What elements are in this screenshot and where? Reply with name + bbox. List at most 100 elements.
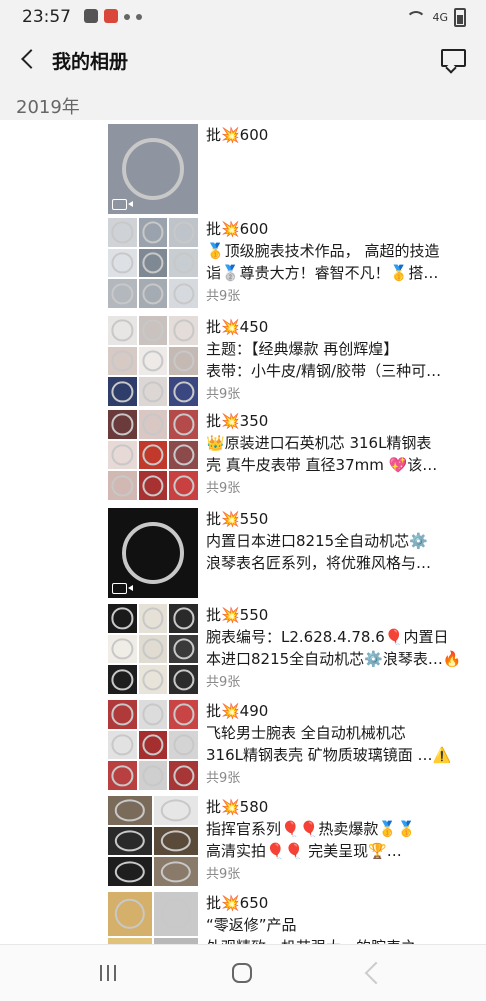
watch-photo[interactable] — [169, 761, 198, 790]
watch-photo[interactable] — [108, 377, 137, 406]
watch-photo[interactable] — [169, 604, 198, 633]
status-time: 23:57 — [22, 7, 71, 27]
watch-photo[interactable] — [108, 248, 137, 278]
watch-photo[interactable] — [169, 410, 198, 439]
watch-dial-shape — [111, 381, 133, 403]
watch-photo[interactable] — [138, 218, 168, 247]
watch-photo[interactable] — [108, 508, 198, 598]
post-thumbnails[interactable] — [108, 892, 198, 944]
post-caption-line: 腕表编号：L2.628.4.78.6🎈内置日 — [206, 628, 449, 646]
watch-dial-shape — [142, 283, 164, 305]
battery-icon — [454, 8, 466, 27]
watch-photo[interactable] — [108, 857, 152, 886]
watch-photo[interactable] — [108, 410, 137, 439]
watch-dial-shape — [111, 283, 133, 305]
watch-photo[interactable] — [138, 316, 168, 345]
watch-photo[interactable] — [169, 634, 198, 664]
album-post[interactable]: 批💥550 内置日本进口8215全自动机芯⚙️ 浪琴表名匠系列，将优雅风格与… — [108, 508, 486, 598]
watch-photo[interactable] — [108, 471, 137, 500]
gallery-icon — [84, 9, 98, 23]
watch-photo[interactable] — [108, 346, 137, 376]
watch-dial-shape — [173, 475, 195, 497]
watch-photo[interactable] — [138, 604, 168, 633]
post-thumbnails[interactable] — [108, 796, 198, 886]
watch-photo[interactable] — [108, 796, 152, 825]
post-thumbnails[interactable] — [108, 316, 198, 406]
watch-photo[interactable] — [169, 377, 198, 406]
wifi-icon — [406, 10, 427, 25]
watch-photo[interactable] — [169, 346, 198, 376]
watch-photo[interactable] — [108, 440, 137, 470]
watch-photo[interactable] — [169, 218, 198, 247]
album-post[interactable]: 批💥350 👑原装进口石英机芯 316L精钢表壳 真牛皮表带 直径37mm 💖该…… — [108, 410, 486, 500]
watch-photo[interactable] — [108, 892, 152, 936]
album-post[interactable]: 批💥600 🥇顶级腕表技术作品， 高超的技造 诣🥈尊贵大方！睿智不凡！🥇搭… 共9张 — [108, 218, 486, 308]
watch-photo[interactable] — [108, 316, 137, 345]
watch-photo[interactable] — [108, 124, 198, 214]
watch-photo[interactable] — [169, 279, 198, 308]
watch-photo[interactable] — [138, 440, 168, 470]
post-caption-line: “零返修”产品 — [206, 916, 297, 934]
video-camera-icon — [112, 583, 133, 594]
watch-photo[interactable] — [108, 634, 137, 664]
home-button[interactable] — [232, 963, 252, 983]
watch-photo[interactable] — [138, 346, 168, 376]
watch-photo[interactable] — [108, 826, 152, 856]
watch-photo[interactable] — [138, 377, 168, 406]
post-thumbnails[interactable] — [108, 508, 198, 598]
album-feed[interactable]: 批💥600 批💥600 🥇顶级腕表技术作品， 高超的技造 诣🥈尊贵大方！睿智不凡！🥇搭… — [0, 120, 486, 944]
watch-dial-shape — [173, 319, 195, 341]
watch-photo[interactable] — [108, 218, 137, 247]
watch-photo[interactable] — [108, 761, 137, 790]
watch-photo[interactable] — [138, 248, 168, 278]
watch-photo[interactable] — [154, 826, 198, 856]
album-post[interactable]: 批💥650 “零返修”产品外观精致，机芯强大，的腕表之… — [108, 892, 486, 944]
album-post[interactable]: 批💥580 指挥官系列🎈🎈热卖爆款🥇🥇 高清实拍🎈🎈 完美呈现🏆… 共9张 — [108, 796, 486, 886]
album-post[interactable]: 批💥490 飞轮男士腕表 全自动机械机芯 316L精钢表壳 矿物质玻璃镜面 …⚠️ 共… — [108, 700, 486, 790]
post-thumbnails[interactable] — [108, 218, 198, 308]
watch-photo[interactable] — [108, 604, 137, 633]
system-back-button[interactable] — [364, 961, 388, 985]
post-caption: 批💥550 腕表编号：L2.628.4.78.6🎈内置日 本进口8215全自动机芯⚙… — [206, 604, 476, 693]
watch-photo[interactable] — [108, 700, 137, 729]
album-post[interactable]: 批💥600 — [108, 124, 486, 214]
watch-photo[interactable] — [154, 857, 198, 886]
watch-photo[interactable] — [138, 700, 168, 729]
watch-photo[interactable] — [169, 316, 198, 345]
post-thumbnails[interactable] — [108, 124, 198, 214]
post-caption: 批💥650 “零返修”产品外观精致，机芯强大，的腕表之… — [206, 892, 476, 944]
watch-dial-shape — [111, 734, 133, 756]
post-thumbnails[interactable] — [108, 410, 198, 500]
back-button[interactable] — [18, 47, 44, 73]
watch-photo[interactable] — [138, 761, 168, 790]
watch-photo[interactable] — [138, 279, 168, 308]
watch-photo[interactable] — [169, 248, 198, 278]
watch-photo[interactable] — [138, 730, 168, 760]
watch-photo[interactable] — [108, 665, 137, 694]
watch-dial-shape — [142, 703, 164, 725]
watch-photo[interactable] — [138, 471, 168, 500]
post-thumbnails[interactable] — [108, 604, 198, 694]
watch-photo[interactable] — [169, 700, 198, 729]
watch-photo[interactable] — [138, 410, 168, 439]
watch-photo[interactable] — [169, 471, 198, 500]
watch-photo[interactable] — [138, 634, 168, 664]
watch-dial-shape — [111, 638, 133, 660]
post-caption-line: 内置日本进口8215全自动机芯⚙️ — [206, 532, 428, 550]
watch-photo[interactable] — [154, 892, 198, 936]
message-button[interactable] — [440, 47, 466, 74]
watch-photo[interactable] — [108, 279, 137, 308]
recents-button[interactable] — [100, 965, 118, 981]
watch-photo[interactable] — [138, 665, 168, 694]
watch-dial-shape — [173, 607, 195, 629]
post-thumbnails[interactable] — [108, 700, 198, 790]
watch-photo[interactable] — [169, 665, 198, 694]
post-caption-line: 本进口8215全自动机芯⚙️浪琴表…🔥 — [206, 650, 462, 668]
album-post[interactable]: 批💥450 主题：【经典爆款 再创辉煌】 表带：小牛皮/精钢/胶带（三种可… 共9张 — [108, 316, 486, 406]
watch-photo[interactable] — [169, 730, 198, 760]
watch-photo[interactable] — [108, 730, 137, 760]
album-post[interactable]: 批💥550 腕表编号：L2.628.4.78.6🎈内置日 本进口8215全自动机芯⚙… — [108, 604, 486, 694]
watch-photo[interactable] — [154, 796, 198, 825]
status-bar: 23:57 4G — [0, 0, 486, 34]
watch-photo[interactable] — [169, 440, 198, 470]
